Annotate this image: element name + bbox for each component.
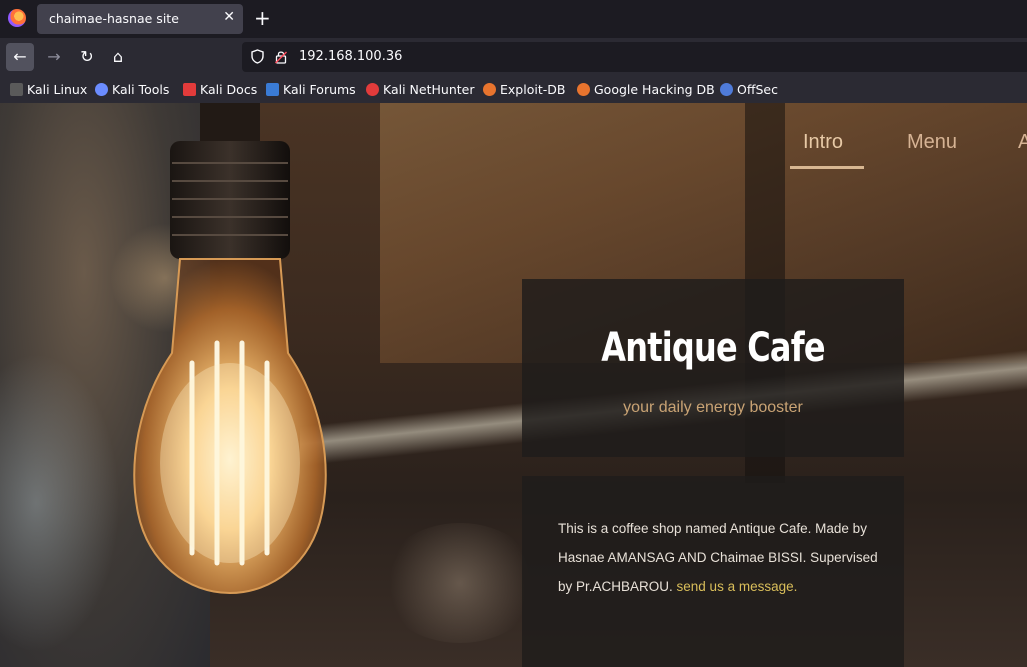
bookmark-label: Kali Docs: [200, 82, 258, 97]
send-message-link[interactable]: send us a message.: [677, 579, 798, 594]
url-bar[interactable]: 192.168.100.36: [242, 42, 1027, 72]
tab-title: chaimae-hasnae site: [49, 11, 179, 26]
description-text: This is a coffee shop named Antique Cafe…: [558, 514, 878, 601]
bookmark-label: Kali NetHunter: [383, 82, 475, 97]
site-navigation: Intro Menu A: [0, 103, 1027, 173]
bookmark-exploit-db[interactable]: Exploit-DB: [483, 82, 565, 97]
lock-warning-icon[interactable]: [275, 50, 287, 64]
kali-nethunter-icon: [366, 83, 379, 96]
url-text[interactable]: 192.168.100.36: [299, 49, 402, 64]
bookmark-kali-docs[interactable]: Kali Docs: [183, 82, 257, 97]
bookmark-kali-linux[interactable]: Kali Linux: [10, 82, 87, 97]
bookmark-offsec[interactable]: OffSec: [720, 82, 778, 97]
bookmark-label: Kali Tools: [112, 82, 170, 97]
new-tab-button[interactable]: +: [254, 6, 271, 30]
bookmark-label: Kali Linux: [27, 82, 88, 97]
offsec-icon: [720, 83, 733, 96]
shield-icon[interactable]: [251, 49, 264, 64]
close-icon[interactable]: ✕: [223, 9, 235, 25]
nav-menu-link[interactable]: Menu: [907, 131, 957, 154]
bookmark-kali-nethunter[interactable]: Kali NetHunter: [366, 82, 474, 97]
page-content: Intro Menu A Antique Cafe your daily ene…: [0, 103, 1027, 667]
page-title: Antique Cafe: [601, 325, 825, 371]
bookmark-label: Exploit-DB: [500, 82, 566, 97]
home-button[interactable]: ⌂: [104, 43, 132, 71]
bookmark-label: OffSec: [737, 82, 778, 97]
bookmarks-toolbar: Kali Linux Kali Tools Kali Docs Kali For…: [0, 76, 1027, 103]
kali-tools-icon: [95, 83, 108, 96]
firefox-icon[interactable]: [8, 9, 26, 27]
forward-button[interactable]: →: [40, 43, 68, 71]
nav-intro-link[interactable]: Intro: [803, 131, 843, 154]
ghdb-icon: [577, 83, 590, 96]
bookmark-kali-forums[interactable]: Kali Forums: [266, 82, 356, 97]
navigation-toolbar: ← → ↻ ⌂ 192.168.100.36: [0, 38, 1027, 76]
tab-bar: chaimae-hasnae site ✕ +: [0, 0, 1027, 38]
back-button[interactable]: ←: [6, 43, 34, 71]
exploit-db-icon: [483, 83, 496, 96]
kali-forums-icon: [266, 83, 279, 96]
hero-panel: Antique Cafe your daily energy booster: [522, 279, 904, 457]
background-glow: [0, 353, 120, 653]
bookmark-label: Google Hacking DB: [594, 82, 715, 97]
kali-dragon-icon: [10, 83, 23, 96]
kali-docs-icon: [183, 83, 196, 96]
active-nav-indicator: [790, 166, 864, 169]
bookmark-label: Kali Forums: [283, 82, 356, 97]
tab-active[interactable]: chaimae-hasnae site ✕: [37, 4, 243, 34]
description-panel: This is a coffee shop named Antique Cafe…: [522, 476, 904, 667]
light-bulb-image: [133, 103, 327, 595]
page-subtitle: your daily energy booster: [623, 399, 803, 416]
bookmark-ghdb[interactable]: Google Hacking DB: [577, 82, 715, 97]
nav-truncated-link[interactable]: A: [1018, 131, 1027, 154]
reload-button[interactable]: ↻: [73, 43, 101, 71]
bookmark-kali-tools[interactable]: Kali Tools: [95, 82, 169, 97]
background-bokeh: [380, 523, 540, 643]
